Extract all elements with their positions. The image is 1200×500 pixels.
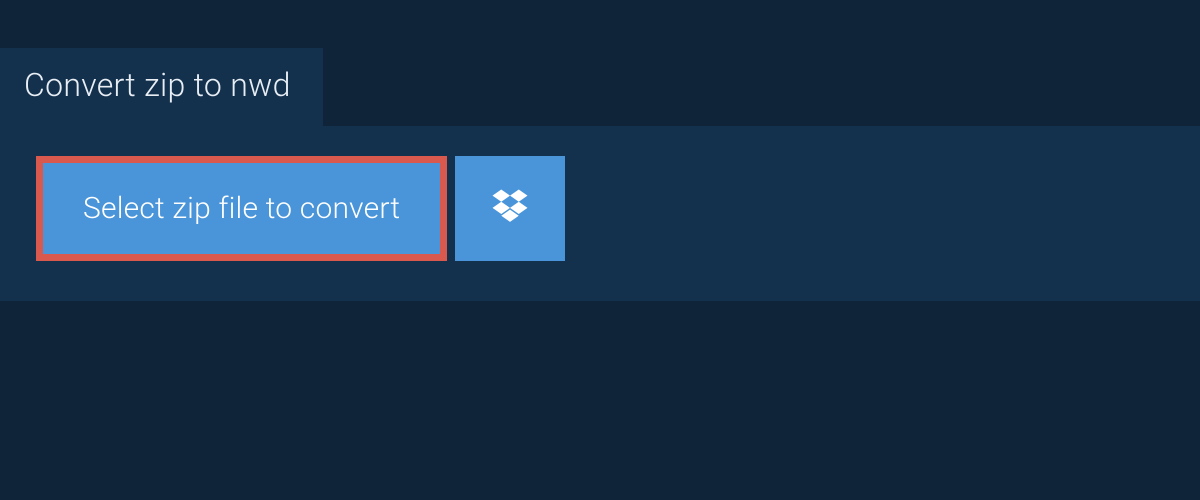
tab-label: Convert zip to nwd <box>24 66 291 104</box>
dropbox-button[interactable] <box>455 156 565 261</box>
dropbox-icon <box>489 186 531 232</box>
converter-panel: Select zip file to convert <box>0 126 1200 301</box>
tab-convert[interactable]: Convert zip to nwd <box>0 48 323 126</box>
select-file-label: Select zip file to convert <box>83 191 400 226</box>
select-file-button[interactable]: Select zip file to convert <box>36 156 447 261</box>
tab-bar: Convert zip to nwd <box>0 0 1200 126</box>
button-row: Select zip file to convert <box>36 156 1164 261</box>
